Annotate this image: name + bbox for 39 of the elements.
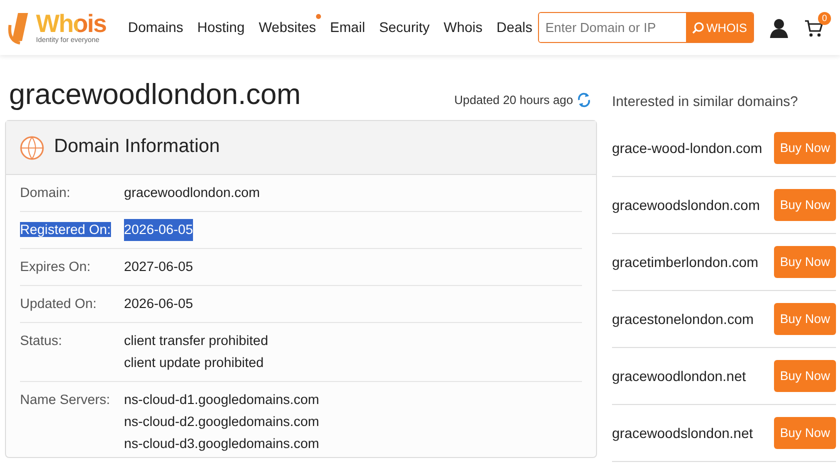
nav-link[interactable]: Deals [490,17,538,38]
field-value: ns-cloud-d1.googledomains.com [124,391,320,409]
www-globe-icon [20,136,44,160]
nav-link[interactable]: Websites [252,17,322,38]
field-value: ns-cloud-d3.googledomains.com [124,435,320,453]
field-label: Domain: [20,185,70,200]
field-label: Updated On: [20,296,97,311]
domain-suggestion: gracewoodslondon.net [612,424,753,443]
search-icon [692,22,704,34]
domain-suggestion: gracestonelondon.com [612,310,754,329]
domain-suggestion: gracetimberlondon.com [612,252,758,272]
nav-link[interactable]: Hosting [191,17,251,38]
card-title: Domain Information [54,136,220,159]
nav-link[interactable]: Domains [122,17,190,38]
field-value: client update prohibited [124,354,264,372]
field-label: Registered On: [20,222,111,237]
field-label: Expires On: [20,259,91,274]
similar-domains-heading: Interested in similar domains? [612,92,799,111]
user-icon[interactable] [770,18,788,38]
field-label: Status: [20,333,62,348]
field-value: gracewoodlondon.com [124,184,260,202]
field-value: 2026-06-05 [124,295,194,313]
refresh-icon[interactable] [577,92,591,108]
field-value: 2026-06-05 [124,219,194,241]
updated-time: Updated 20 hours ago [454,92,573,108]
field-label: Name Servers: [20,392,110,407]
field-value: client transfer prohibited [124,332,268,350]
field-value: ns-cloud-d2.googledomains.com [124,413,320,431]
page-title: gracewoodlondon.com [9,81,301,110]
domain-suggestion: grace-wood-london.com [612,138,762,158]
nav-link[interactable]: Email [324,17,372,38]
domain-suggestion: gracewoodslondon.com [612,196,760,215]
domain-suggestion: gracewoodlondon.net [612,366,746,386]
nav-link[interactable]: Whois [438,17,489,38]
field-value: 2027-06-05 [124,258,194,276]
cart-count-badge: 0 [818,12,831,24]
cart-button[interactable] [804,18,824,38]
nav-link[interactable]: Security [373,17,436,38]
cart-icon [804,18,824,38]
